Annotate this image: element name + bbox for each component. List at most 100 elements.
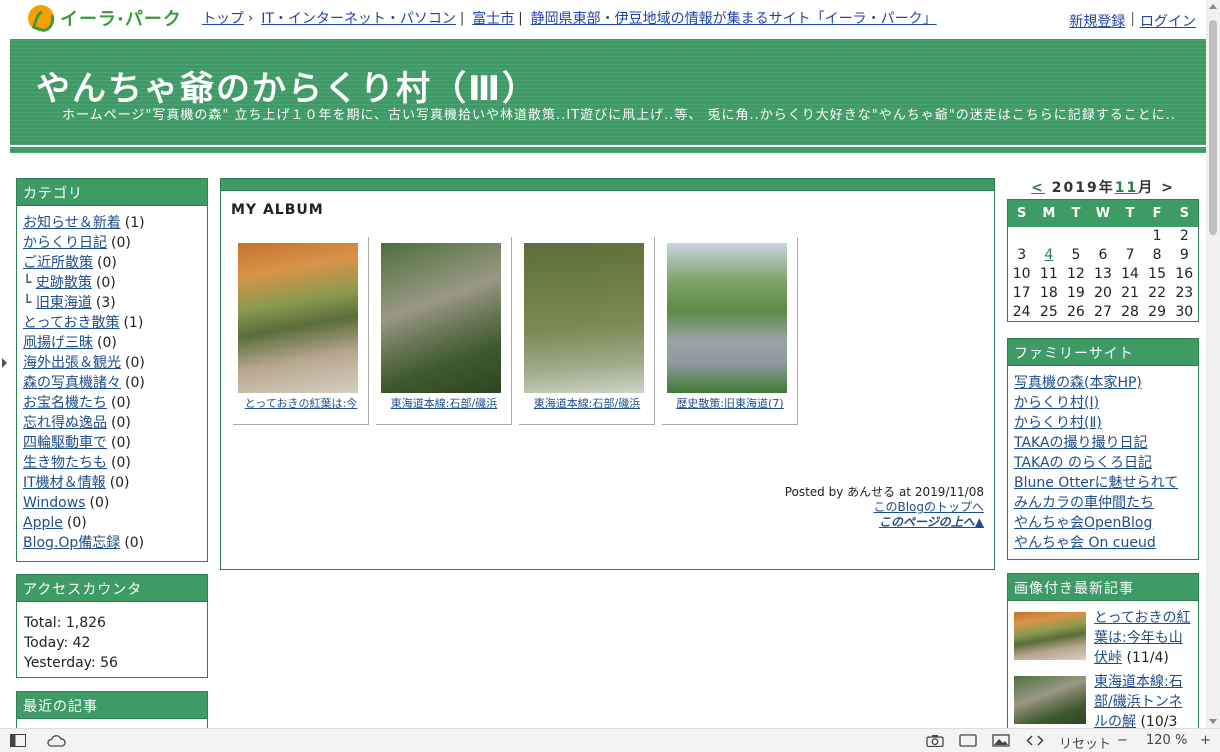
category-count: (3) bbox=[95, 295, 116, 311]
family-link[interactable]: からくり村(Ⅱ) bbox=[1014, 415, 1102, 431]
category-link[interactable]: ご近所散策 bbox=[23, 255, 93, 271]
recent-images-box: 画像付き最新記事 とっておきの紅葉は:今年も山伏峠 (11/4) 東海道本線:石… bbox=[1007, 573, 1199, 731]
family-link[interactable]: やんちゃ会OpenBlog bbox=[1014, 515, 1152, 531]
calendar-week: 12 bbox=[1008, 227, 1199, 246]
calendar-day: 16 bbox=[1175, 266, 1194, 282]
blog-title[interactable]: やんちゃ爺のからくり村（Ⅲ） bbox=[36, 61, 538, 110]
breadcrumb-top[interactable]: トップ bbox=[202, 8, 244, 28]
browser-page: イーラ·パーク トップ › IT・インターネット・パソコン | 富士市 | 静岡… bbox=[0, 0, 1220, 752]
category-link[interactable]: IT機材＆情報 bbox=[23, 475, 106, 491]
recent-thumb[interactable] bbox=[1014, 612, 1086, 660]
category-link[interactable]: お宝名機たち bbox=[23, 395, 107, 411]
breadcrumb-separator: | bbox=[459, 10, 465, 26]
login-link[interactable]: ログイン bbox=[1140, 11, 1196, 31]
cloud-icon[interactable] bbox=[46, 734, 66, 747]
zoom-out[interactable]: − bbox=[1117, 733, 1128, 748]
subcategory-marker: └ bbox=[23, 275, 36, 291]
category-item: 森の写真機諸々 (0) bbox=[23, 373, 207, 393]
category-item: Apple (0) bbox=[23, 513, 207, 533]
post-footer: Posted by あんせる at 2019/11/08 このBlogのトップへ… bbox=[785, 485, 984, 530]
album-item: 歴史散策:旧東海道(7) bbox=[662, 237, 798, 425]
zoom-in[interactable]: + bbox=[1200, 733, 1211, 748]
family-item: 写真機の森(本家HP) bbox=[1014, 373, 1198, 393]
breadcrumb-it[interactable]: IT・インターネット・パソコン bbox=[261, 8, 456, 28]
category-link[interactable]: Apple bbox=[23, 515, 63, 531]
photo-autumn-road[interactable] bbox=[238, 243, 358, 393]
counter-total: Total: 1,826 bbox=[24, 615, 106, 631]
album-caption[interactable]: 東海道本線:石部/磯浜 bbox=[376, 395, 512, 411]
family-link[interactable]: TAKAの のらくろ日記 bbox=[1014, 455, 1152, 471]
family-item: TAKAの のらくろ日記 bbox=[1014, 453, 1198, 473]
category-count: (0) bbox=[125, 355, 145, 371]
album-caption[interactable]: とっておきの紅葉は:今 bbox=[233, 395, 369, 411]
recent-thumb[interactable] bbox=[1014, 676, 1086, 724]
camera-icon[interactable] bbox=[926, 734, 944, 747]
calendar-week: 3 4 5 6 7 8 9 bbox=[1008, 246, 1199, 265]
calendar-day: 30 bbox=[1175, 303, 1194, 320]
category-link[interactable]: 生き物たちも bbox=[23, 455, 107, 471]
portal-logo[interactable]: イーラ·パーク bbox=[28, 5, 188, 31]
category-link[interactable]: Windows bbox=[23, 495, 86, 511]
family-link[interactable]: Blune Otterに魅せられて bbox=[1014, 475, 1178, 491]
page-top-link[interactable]: このページの上へ▲ bbox=[879, 515, 984, 529]
category-link[interactable]: 忘れ得ぬ逸品 bbox=[23, 415, 107, 431]
register-link[interactable]: 新規登録 bbox=[1069, 11, 1125, 31]
breadcrumb-fuji[interactable]: 富士市 bbox=[472, 8, 514, 28]
calendar-day: 15 bbox=[1148, 266, 1166, 282]
scroll-down-icon[interactable] bbox=[1209, 719, 1217, 724]
collapse-arrow-icon[interactable] bbox=[2, 358, 7, 368]
category-link[interactable]: 森の写真機諸々 bbox=[23, 375, 121, 391]
album-caption[interactable]: 東海道本線:石部/磯浜 bbox=[519, 395, 655, 411]
family-link[interactable]: みんカラの車仲間たち bbox=[1014, 495, 1154, 511]
calendar-prev-link[interactable]: < bbox=[1031, 180, 1045, 196]
vertical-scrollbar[interactable] bbox=[1206, 0, 1220, 728]
calendar-weekday: T bbox=[1062, 199, 1090, 227]
calendar-day bbox=[1035, 227, 1062, 246]
calendar-next[interactable]: > bbox=[1161, 180, 1175, 196]
category-link[interactable]: 海外出張＆観光 bbox=[23, 355, 121, 371]
family-link[interactable]: やんちゃ会 On cueud bbox=[1014, 535, 1156, 551]
calendar-day: 17 bbox=[1012, 285, 1031, 301]
photo-tunnel-portal[interactable] bbox=[381, 243, 501, 393]
zoom-reset[interactable]: リセット bbox=[1059, 733, 1111, 752]
album-item: 東海道本線:石部/磯浜 bbox=[519, 237, 655, 425]
category-link[interactable]: 四輪駆動車で bbox=[23, 435, 107, 451]
category-link[interactable]: 旧東海道 bbox=[36, 295, 92, 311]
category-link[interactable]: お知らせ＆新着 bbox=[23, 215, 121, 231]
subcategory-marker: └ bbox=[23, 295, 36, 311]
code-icon[interactable] bbox=[1026, 734, 1044, 747]
breadcrumb-eira-park[interactable]: 静岡県東部・伊豆地域の情報が集まるサイト「イーラ・パーク」 bbox=[531, 8, 937, 28]
blog-top-link[interactable]: このBlogのトップへ bbox=[873, 500, 984, 514]
scroll-up-icon[interactable] bbox=[1209, 4, 1217, 9]
calendar: S M T W T F S 1 2 3 4 5 6 7 8 9 10 11 12 13 14 15 16 17 18 19 20 21… bbox=[1007, 199, 1199, 322]
calendar-weekday: M bbox=[1035, 199, 1063, 227]
category-item: Windows (0) bbox=[23, 493, 207, 513]
recent-box: 最近の記事 bbox=[16, 691, 208, 731]
album-caption[interactable]: 歴史散策:旧東海道(7) bbox=[662, 395, 798, 411]
family-link[interactable]: からくり村(Ⅰ) bbox=[1014, 395, 1099, 411]
category-link[interactable]: 凧揚げ三昧 bbox=[23, 335, 93, 351]
family-link[interactable]: TAKAの撮り撮り日記 bbox=[1014, 435, 1148, 451]
album-item: とっておきの紅葉は:今 bbox=[233, 237, 369, 425]
category-item: Blog.Op備忘録 (0) bbox=[23, 533, 207, 553]
calendar-day: 11 bbox=[1039, 266, 1058, 282]
category-item: └ 旧東海道 (3) bbox=[23, 293, 207, 313]
breadcrumb-separator: | bbox=[518, 10, 523, 26]
image-icon[interactable] bbox=[992, 734, 1010, 747]
family-heading: ファミリーサイト bbox=[1008, 339, 1198, 369]
calendar-week: 24 25 26 27 28 29 30 bbox=[1008, 303, 1199, 322]
category-link[interactable]: 史跡散策 bbox=[36, 275, 92, 291]
sidebar-toggle-icon[interactable] bbox=[10, 734, 26, 747]
photo-highway[interactable] bbox=[667, 243, 787, 393]
category-link[interactable]: からくり日記 bbox=[23, 235, 107, 251]
window-icon[interactable] bbox=[959, 734, 977, 747]
calendar-day: 2 bbox=[1179, 228, 1189, 244]
scroll-thumb[interactable] bbox=[1209, 20, 1217, 235]
photo-hillside[interactable] bbox=[524, 243, 644, 393]
family-link[interactable]: 写真機の森(本家HP) bbox=[1014, 375, 1142, 391]
category-item: とっておき散策 (1) bbox=[23, 313, 207, 333]
calendar-day-link[interactable]: 4 bbox=[1044, 247, 1053, 263]
category-link[interactable]: とっておき散策 bbox=[23, 315, 119, 331]
calendar-month-link[interactable]: 11 bbox=[1115, 180, 1138, 196]
category-link[interactable]: Blog.Op備忘録 bbox=[23, 535, 120, 551]
